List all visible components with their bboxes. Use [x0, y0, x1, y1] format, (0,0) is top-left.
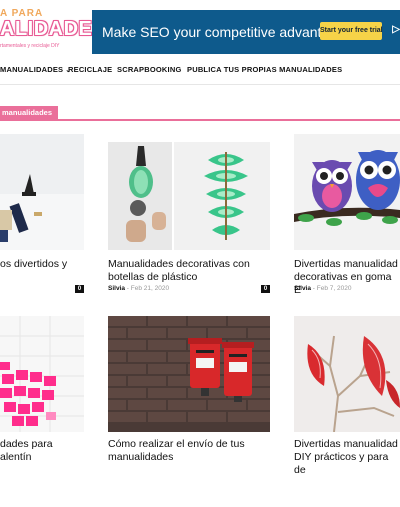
- ad-cta-button[interactable]: Start your free trial: [320, 22, 383, 40]
- post-meta: Silvia - Feb 21, 2020: [108, 285, 169, 292]
- post-meta: Silvia - Feb 7, 2020: [294, 285, 351, 292]
- post-card[interactable]: os divertidos y 0: [0, 134, 84, 304]
- post-card[interactable]: Divertidas manualidad DIY prácticos y pa…: [294, 316, 400, 486]
- section-title[interactable]: manualidades: [0, 106, 59, 120]
- meta-separator: -: [312, 285, 315, 292]
- nav-item-label: MANUALIDADES: [0, 65, 64, 74]
- post-image-sticky-notes[interactable]: [0, 316, 84, 432]
- post-title[interactable]: dades para alentín: [0, 438, 84, 464]
- post-date: Feb 7, 2020: [316, 285, 352, 292]
- post-author[interactable]: Silvia: [294, 285, 311, 292]
- nav-item-reciclaje[interactable]: RECICLAJE: [68, 65, 112, 74]
- nav-item-scrapbooking[interactable]: SCRAPBOOKING: [117, 65, 182, 74]
- comment-count-badge[interactable]: 0: [261, 285, 270, 293]
- post-author[interactable]: Silvia: [108, 285, 125, 292]
- post-card[interactable]: Cómo realizar el envío de tus manualidad…: [108, 316, 270, 486]
- post-title[interactable]: Divertidas manualidad DIY prácticos y pa…: [294, 438, 400, 477]
- post-card[interactable]: dades para alentín: [0, 316, 84, 486]
- post-title[interactable]: Manualidades decorativas con botellas de…: [108, 258, 268, 284]
- post-image-foam-owls[interactable]: [294, 134, 400, 250]
- post-card[interactable]: Manualidades decorativas con botellas de…: [108, 142, 270, 312]
- post-image-paper-hearts[interactable]: [294, 316, 400, 432]
- ad-info-icon[interactable]: ▷: [392, 24, 400, 35]
- nav-divider: [0, 84, 400, 85]
- main-nav: MANUALIDADES ⌄ RECICLAJE SCRAPBOOKING PUB…: [0, 58, 400, 82]
- logo-main-text: ALIDADES: [0, 18, 107, 40]
- post-image-craft-tools[interactable]: [0, 134, 84, 250]
- comment-count-badge[interactable]: 0: [75, 285, 84, 293]
- nav-item-manualidades[interactable]: MANUALIDADES ⌄: [0, 65, 71, 74]
- post-card[interactable]: Divertidas manualidad decorativas en gom…: [294, 134, 400, 304]
- post-title[interactable]: os divertidos y: [0, 258, 84, 271]
- ad-headline: Make SEO your competitive advantage.: [102, 24, 349, 40]
- section-rule: [0, 119, 400, 121]
- post-image-bottle-crafts[interactable]: [108, 142, 270, 250]
- meta-separator: -: [126, 285, 129, 292]
- logo-tagline: rtamentales y reciclaje DIY: [0, 43, 60, 49]
- site-logo[interactable]: A PARA ALIDADES rtamentales y reciclaje …: [0, 8, 106, 52]
- nav-item-publica[interactable]: PUBLICA TUS PROPIAS MANUALIDADES: [187, 65, 342, 74]
- post-image-postboxes[interactable]: [108, 316, 270, 432]
- post-date: Feb 21, 2020: [130, 285, 170, 292]
- ad-banner[interactable]: Make SEO your competitive advantage. Sta…: [92, 10, 400, 54]
- post-title[interactable]: Cómo realizar el envío de tus manualidad…: [108, 438, 268, 464]
- section-header: manualidades: [0, 106, 400, 121]
